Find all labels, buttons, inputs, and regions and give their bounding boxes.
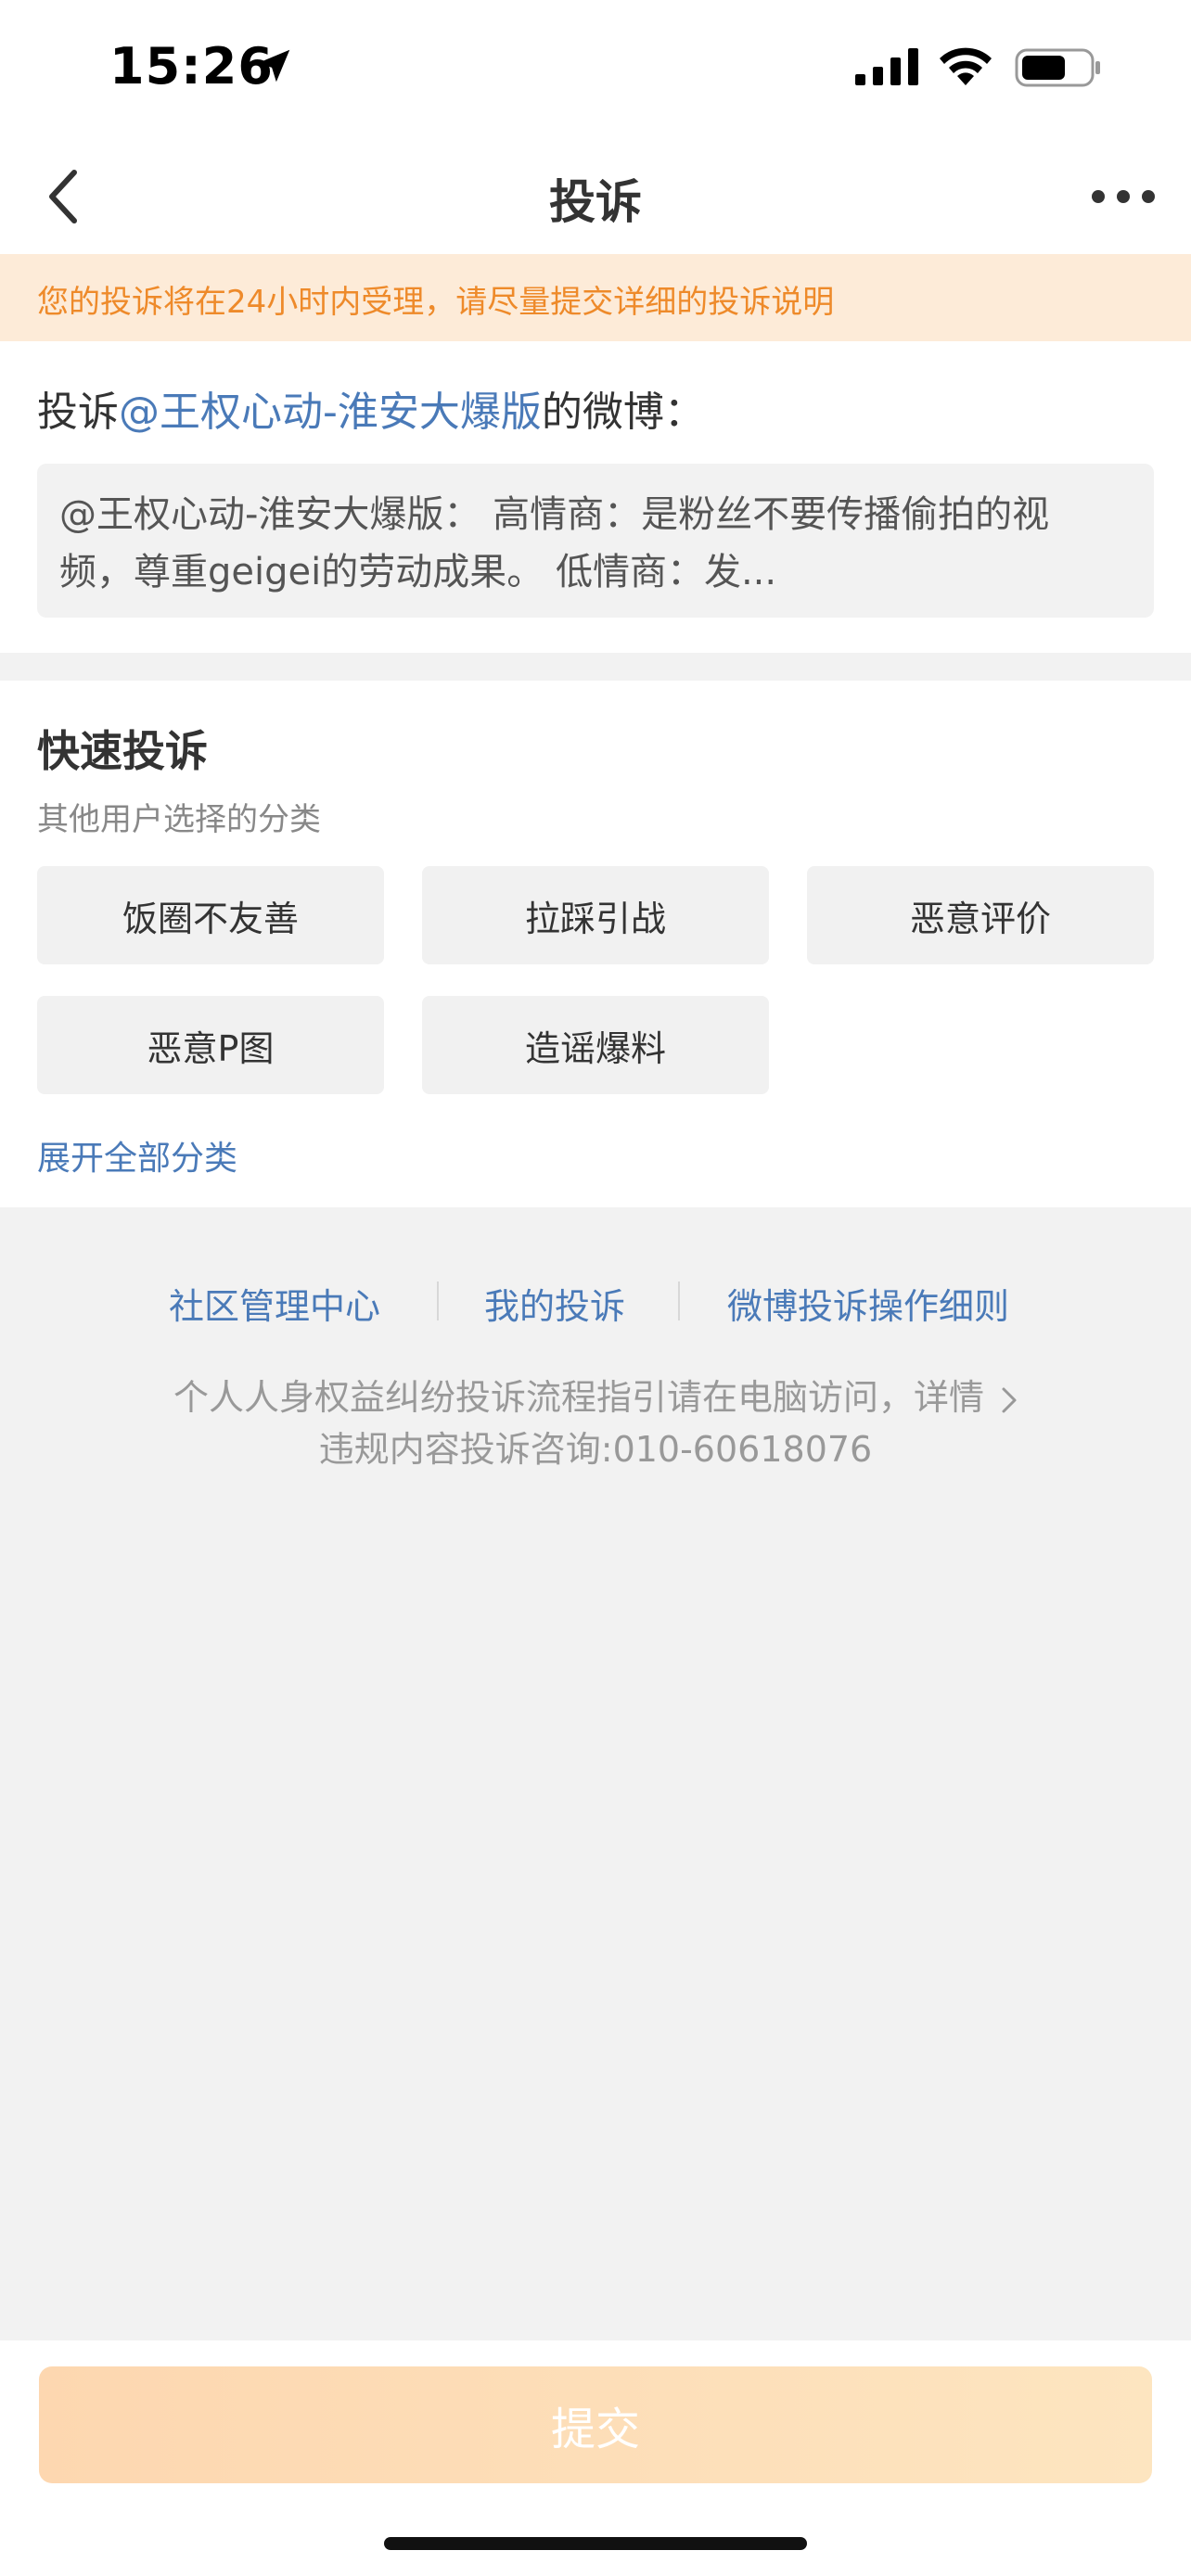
category-chip[interactable]: 恶意P图 <box>37 996 384 1094</box>
footer-links: 社区管理中心 我的投诉 微博投诉操作细则 <box>0 1269 1191 1333</box>
battery-icon <box>1015 48 1100 87</box>
nav-bar: 投诉 <box>0 139 1191 255</box>
community-center-link[interactable]: 社区管理中心 <box>169 1278 380 1329</box>
chevron-right-icon <box>1002 1387 1017 1412</box>
personal-rights-info[interactable]: 个人人身权益纠纷投诉流程指引请在电脑访问，详情 <box>0 1369 1191 1420</box>
signal-icon <box>855 48 918 85</box>
complaint-target-line: 投诉@王权心动-淮安大爆版的微博： <box>37 378 705 438</box>
wifi-icon <box>940 47 992 85</box>
target-suffix: 的微博： <box>541 389 705 436</box>
home-indicator <box>384 2537 807 2550</box>
category-chip[interactable]: 恶意评价 <box>807 866 1154 964</box>
notice-text: 您的投诉将在24小时内受理，请尽量提交详细的投诉说明 <box>37 284 835 321</box>
target-user-link[interactable]: @王权心动-淮安大爆版 <box>119 389 542 436</box>
more-dots-icon <box>1092 190 1155 203</box>
page-title: 投诉 <box>549 175 642 229</box>
bottom-bar: 提交 <box>0 2340 1191 2576</box>
quoted-post-text: @王权心动-淮安大爆版： 高情商：是粉丝不要传播偷拍的视 频，尊重geigei的… <box>59 493 1050 593</box>
link-divider <box>437 1282 439 1320</box>
category-chip[interactable]: 拉踩引战 <box>422 866 769 964</box>
quick-complaint-section: 快速投诉 其他用户选择的分类 饭圈不友善 拉踩引战 恶意评价 恶意P图 造谣爆料… <box>0 681 1191 1207</box>
more-button[interactable] <box>1082 159 1165 234</box>
target-prefix: 投诉 <box>37 389 119 436</box>
quoted-post-box: @王权心动-淮安大爆版： 高情商：是粉丝不要传播偷拍的视 频，尊重geigei的… <box>37 464 1154 618</box>
link-divider <box>678 1282 680 1320</box>
quick-complaint-title: 快速投诉 <box>37 726 208 776</box>
notice-banner: 您的投诉将在24小时内受理，请尽量提交详细的投诉说明 <box>0 254 1191 341</box>
category-chip[interactable]: 造谣爆料 <box>422 996 769 1094</box>
complaint-target-card: 投诉@王权心动-淮安大爆版的微博： @王权心动-淮安大爆版： 高情商：是粉丝不要… <box>0 341 1191 653</box>
status-bar: 15:26 <box>0 0 1191 139</box>
status-time: 15:26 <box>109 37 274 96</box>
hotline-info: 违规内容投诉咨询:010-60618076 <box>318 1429 873 1470</box>
personal-rights-info-text: 个人人身权益纠纷投诉流程指引请在电脑访问，详情 <box>173 1377 984 1418</box>
complaint-rules-link[interactable]: 微博投诉操作细则 <box>727 1278 1009 1329</box>
my-complaints-link[interactable]: 我的投诉 <box>484 1278 625 1329</box>
submit-button[interactable]: 提交 <box>39 2366 1152 2483</box>
expand-all-categories-link[interactable]: 展开全部分类 <box>37 1131 237 1180</box>
category-chip[interactable]: 饭圈不友善 <box>37 866 384 964</box>
location-arrow-icon <box>257 49 290 83</box>
quick-complaint-subtitle: 其他用户选择的分类 <box>37 801 321 838</box>
